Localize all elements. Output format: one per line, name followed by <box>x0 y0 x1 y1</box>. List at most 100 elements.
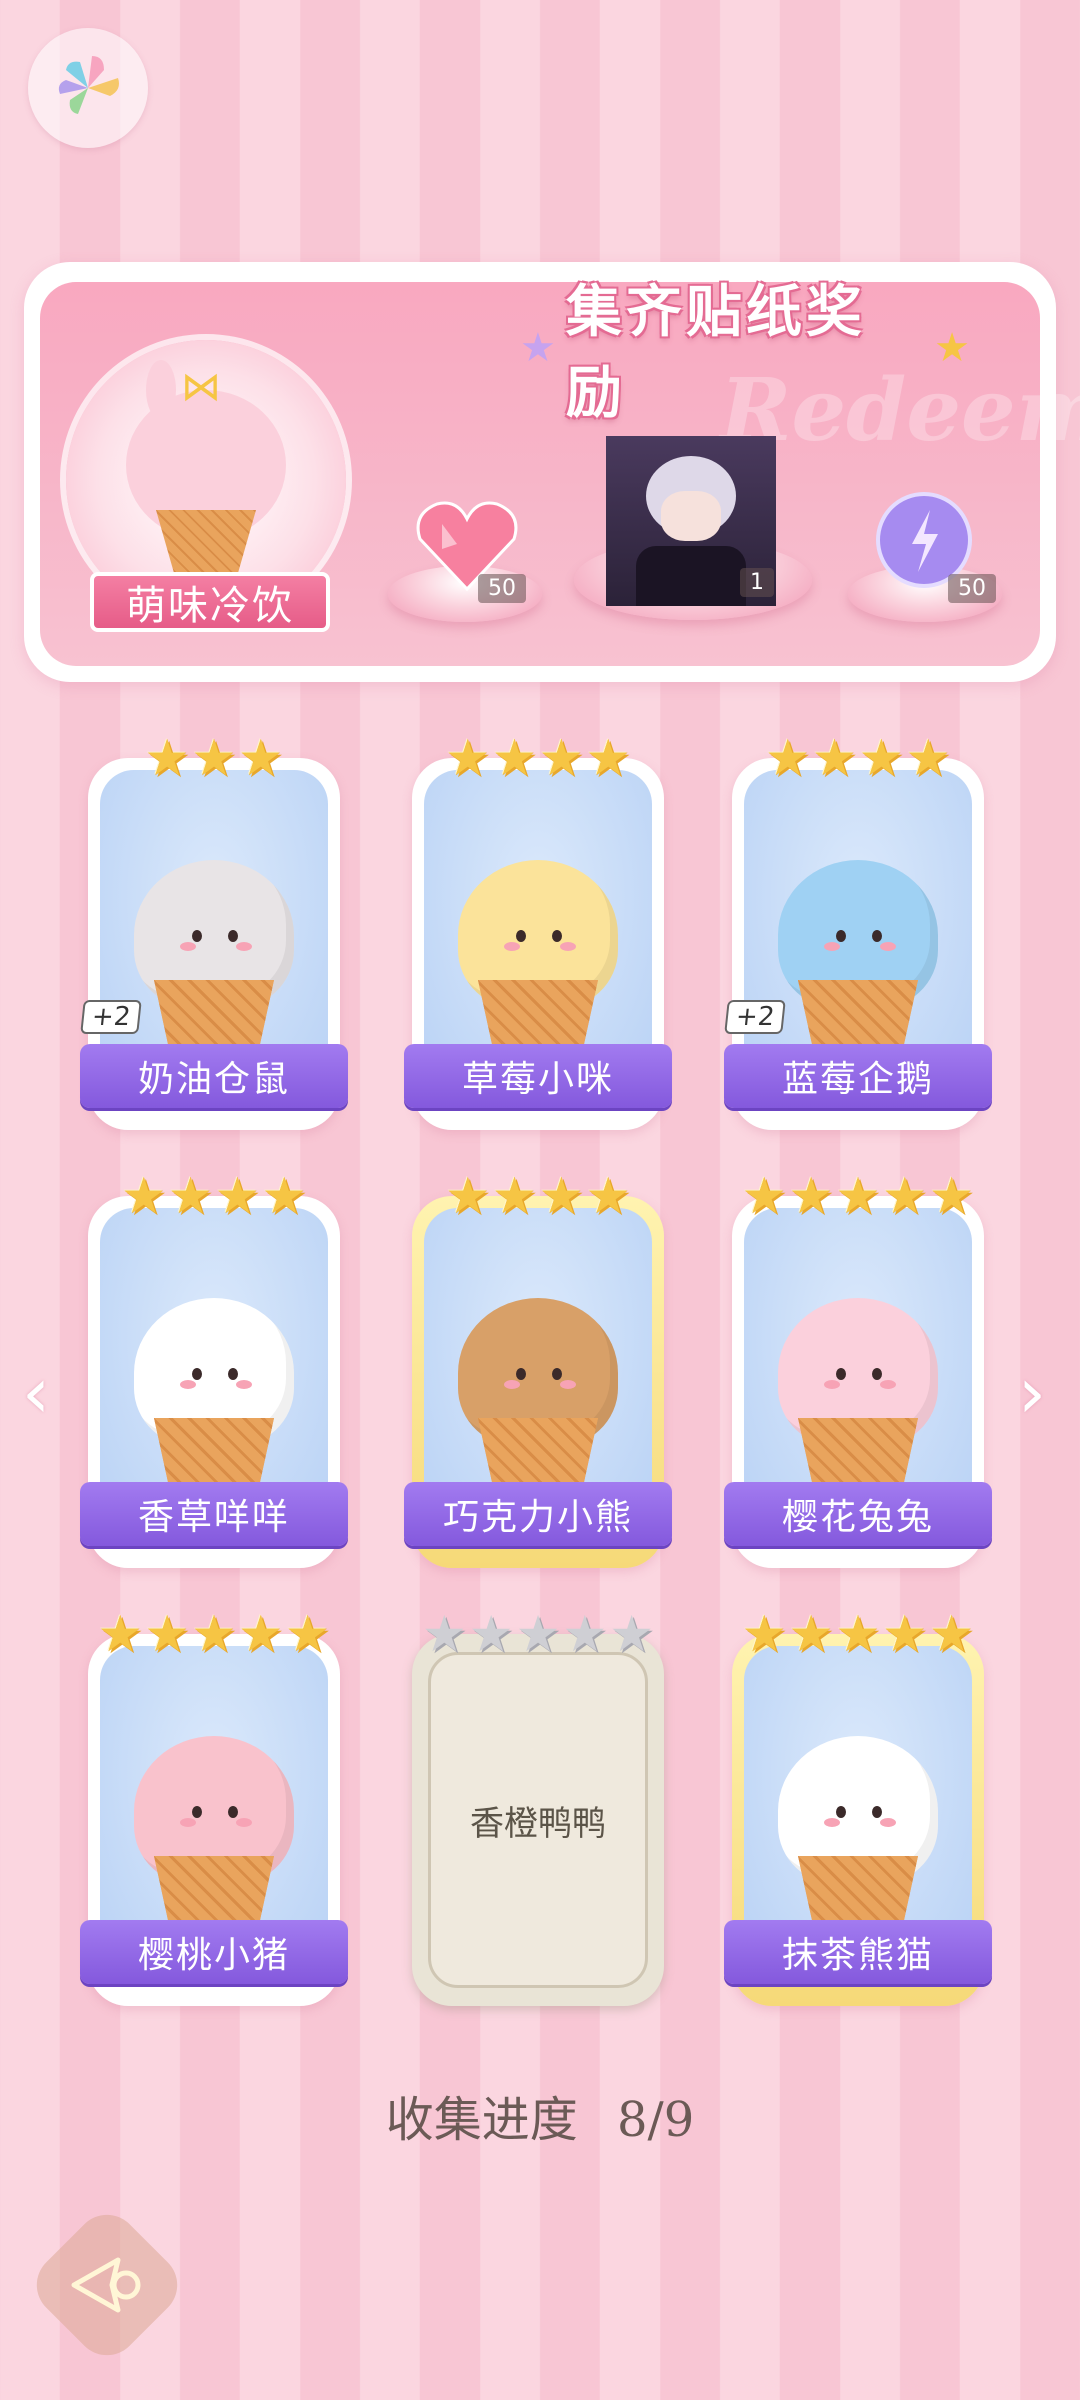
blush <box>880 1380 896 1389</box>
star-icon: ★ <box>492 729 537 787</box>
star-icon: ★ <box>812 729 857 787</box>
star-icon: ★ <box>144 1605 190 1663</box>
sticker-name: 巧克力小熊 <box>404 1482 672 1546</box>
pinwheel-logo-icon <box>58 56 119 114</box>
animal-face <box>180 926 252 956</box>
star-icon: ★ <box>929 1605 975 1663</box>
sticker-name: 樱花兔兔 <box>724 1482 992 1546</box>
animal-face <box>824 1364 896 1394</box>
sticker-name: 草莓小咪 <box>404 1044 672 1108</box>
sticker-name: 香草咩咩 <box>80 1482 348 1546</box>
star-icon: ★ <box>788 1605 834 1663</box>
star-icon: ★ <box>238 1605 284 1663</box>
eye <box>516 930 526 942</box>
chevron-right-icon[interactable]: › <box>1018 1358 1058 1428</box>
star-icon: ★ <box>539 1167 584 1225</box>
sticker-card[interactable]: 香草咩咩 ★ ★ ★ ★ <box>80 1168 348 1568</box>
star-decor-icon: ★ <box>520 325 556 371</box>
blush <box>236 1380 252 1389</box>
eye <box>872 1806 882 1818</box>
blush <box>504 942 520 951</box>
eye <box>836 1806 846 1818</box>
eye <box>192 930 202 942</box>
star-icon: ★ <box>929 1167 975 1225</box>
eye <box>228 930 238 942</box>
star-icon: ★ <box>835 1167 881 1225</box>
star-rating: ★ ★ ★ ★ <box>412 730 664 786</box>
sticker-name: 香橙鸭鸭 <box>470 1803 606 1844</box>
eye <box>836 1368 846 1380</box>
star-rating: ★ ★ ★ ★ ★ <box>732 1168 984 1224</box>
star-icon: ★ <box>905 729 951 787</box>
app-logo[interactable] <box>28 28 148 148</box>
blush <box>880 1818 896 1827</box>
star-icon: ★ <box>765 729 811 787</box>
star-icon: ★ <box>261 1167 307 1225</box>
animal-face <box>824 1802 896 1832</box>
star-icon: ★ <box>285 1605 331 1663</box>
star-icon: ★ <box>215 1167 260 1225</box>
eye <box>552 930 562 942</box>
star-icon: ★ <box>445 729 491 787</box>
star-rating: ★ ★ ★ ★ ★ <box>88 1606 340 1662</box>
star-icon: ★ <box>741 1605 787 1663</box>
blush <box>880 942 896 951</box>
star-rating: ★ ★ ★ ★ <box>732 730 984 786</box>
star-icon: ★ <box>468 1605 514 1663</box>
star-rating: ★ ★ ★ <box>88 730 340 786</box>
blush <box>236 1818 252 1827</box>
star-rating: ★ ★ ★ ★ ★ <box>412 1606 664 1662</box>
star-icon: ★ <box>835 1605 881 1663</box>
featured-ribbon: 萌味冷饮 <box>60 568 360 638</box>
blush <box>560 1380 576 1389</box>
eye <box>192 1806 202 1818</box>
bonus-tag: +2 <box>724 1000 787 1034</box>
star-icon: ★ <box>97 1605 143 1663</box>
eye <box>872 930 882 942</box>
star-icon: ★ <box>585 729 631 787</box>
animal-face <box>504 1364 576 1394</box>
blush <box>180 1818 196 1827</box>
chevron-left-icon[interactable]: ‹ <box>22 1358 62 1428</box>
star-decor-icon: ★ <box>934 325 970 371</box>
back-arrow-icon[interactable] <box>68 2250 148 2320</box>
star-icon: ★ <box>492 1167 537 1225</box>
sticker-card[interactable]: +2 奶油仓鼠 ★ ★ ★ <box>80 730 348 1130</box>
star-icon: ★ <box>859 729 904 787</box>
sticker-card[interactable]: 巧克力小熊 ★ ★ ★ ★ <box>404 1168 672 1568</box>
star-rating: ★ ★ ★ ★ <box>88 1168 340 1224</box>
star-icon: ★ <box>238 729 284 787</box>
character-body <box>636 546 746 606</box>
sticker-card[interactable]: 樱花兔兔 ★ ★ ★ ★ ★ <box>724 1168 992 1568</box>
featured-name: 萌味冷饮 <box>90 572 330 632</box>
star-icon: ★ <box>882 1605 928 1663</box>
star-icon: ★ <box>788 1167 834 1225</box>
sticker-card[interactable]: +2 蓝莓企鹅 ★ ★ ★ ★ <box>724 730 992 1130</box>
blush <box>180 1380 196 1389</box>
blush <box>824 1380 840 1389</box>
eye <box>836 930 846 942</box>
progress-label: 收集进度 <box>385 2092 578 2148</box>
star-icon: ★ <box>144 729 190 787</box>
sticker-card[interactable]: 香橙鸭鸭 ★ ★ ★ ★ ★ <box>412 1606 664 2006</box>
sticker-card[interactable]: 抹茶熊猫 ★ ★ ★ ★ ★ <box>724 1605 992 2006</box>
animal-face <box>180 1802 252 1832</box>
animal-face <box>504 926 576 956</box>
reward-title-bar: ★ 集齐贴纸奖励 ★ <box>520 279 970 426</box>
sticker-card[interactable]: 草莓小咪 ★ ★ ★ ★ <box>404 730 672 1130</box>
blush <box>504 1380 520 1389</box>
star-icon: ★ <box>121 1167 167 1225</box>
blush <box>824 1818 840 1827</box>
sticker-card[interactable]: 樱桃小猪 ★ ★ ★ ★ ★ <box>80 1606 348 2006</box>
character-face <box>661 491 721 541</box>
star-icon: ★ <box>539 729 584 787</box>
star-icon: ★ <box>168 1167 213 1225</box>
star-icon: ★ <box>191 1605 237 1663</box>
eye <box>516 1368 526 1380</box>
star-rating: ★ ★ ★ ★ <box>412 1168 664 1224</box>
blush <box>824 942 840 951</box>
eye <box>192 1368 202 1380</box>
bunny-ear <box>146 360 176 420</box>
star-icon: ★ <box>609 1605 655 1663</box>
eye <box>228 1368 238 1380</box>
